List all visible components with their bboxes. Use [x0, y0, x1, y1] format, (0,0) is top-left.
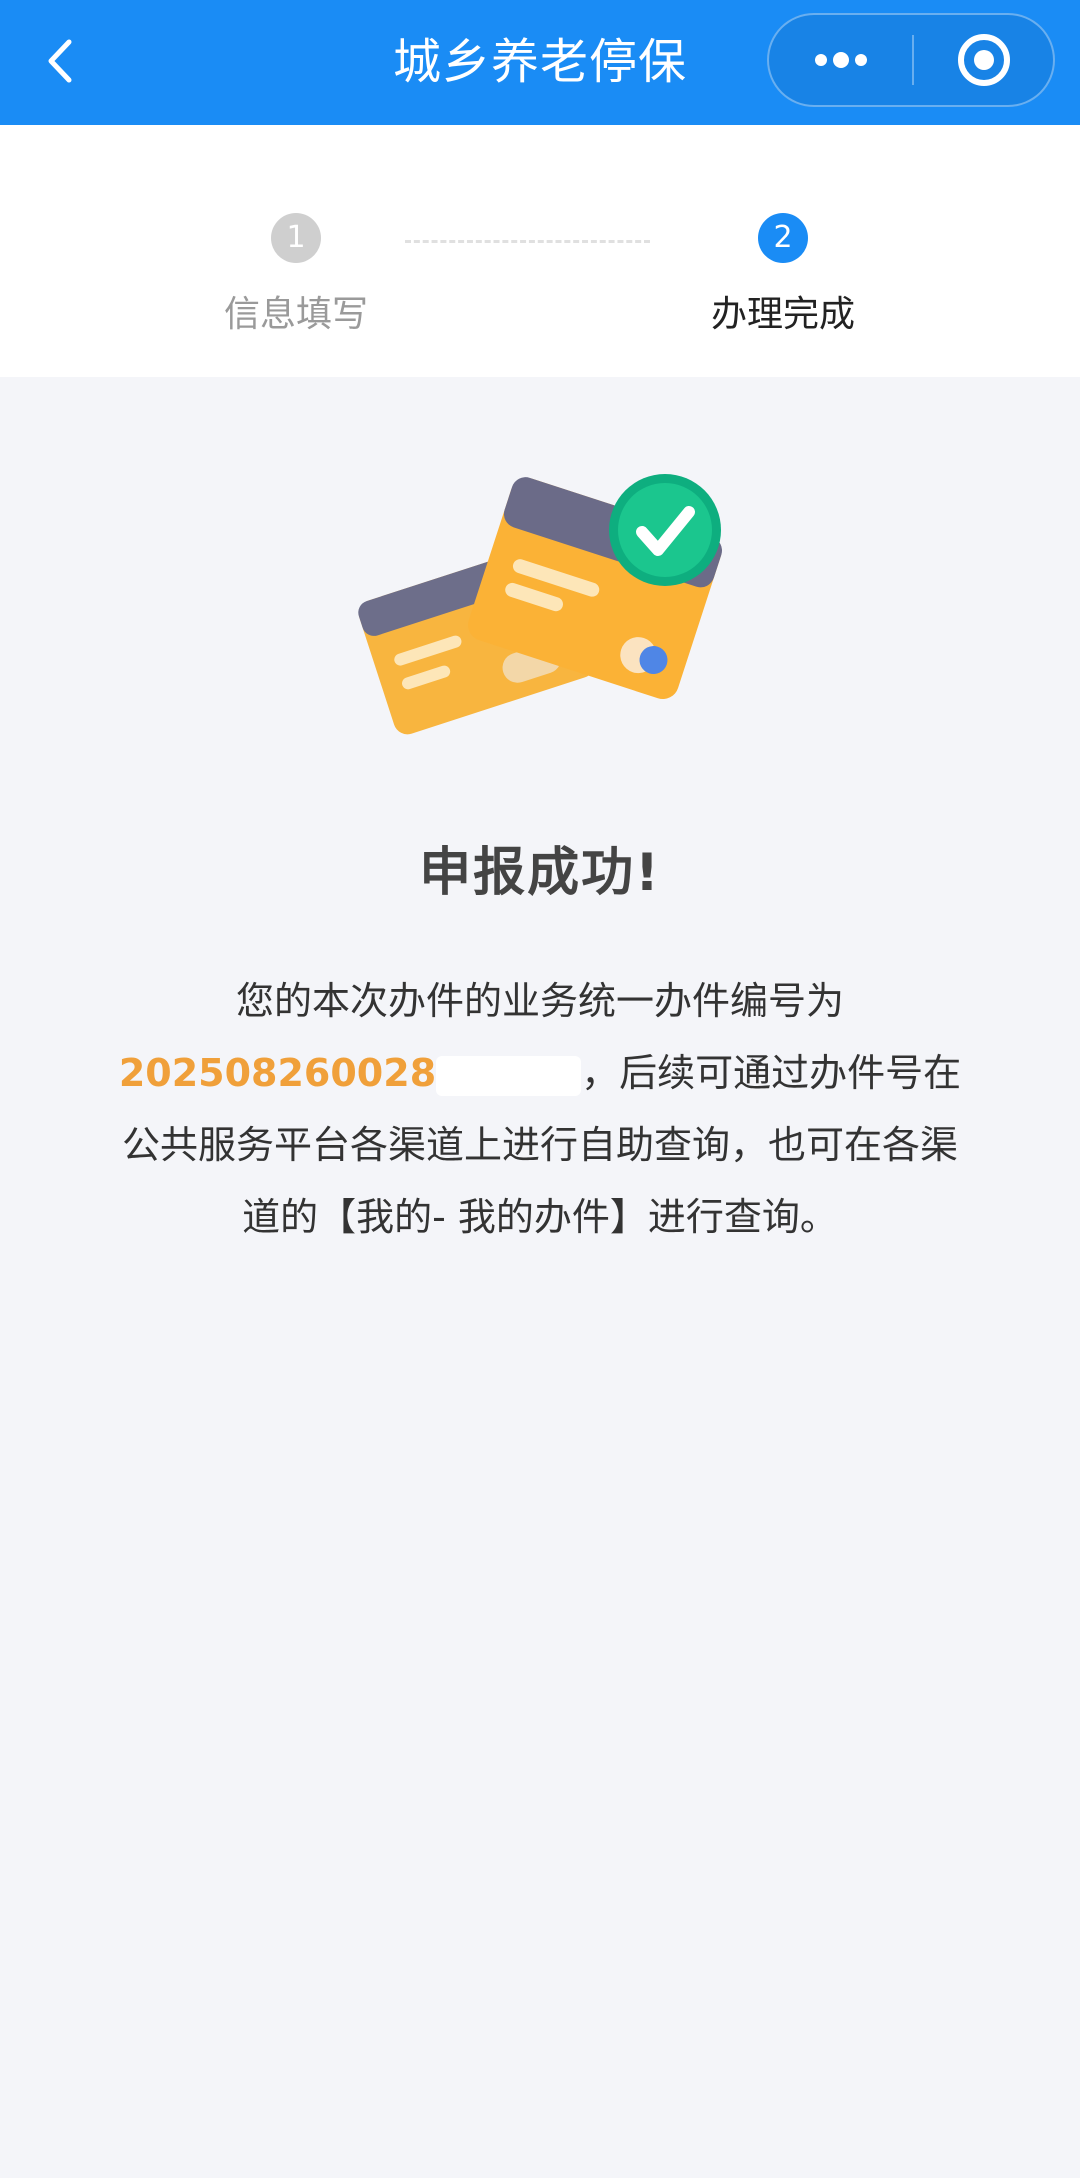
success-title: 申报成功! — [419, 843, 661, 903]
target-close-icon — [957, 34, 1010, 86]
mini-program-capsule — [767, 13, 1055, 107]
more-dots-icon — [814, 52, 867, 68]
case-number: 202508260028 — [118, 1051, 437, 1095]
nav-bar: 城乡养老停保 — [0, 0, 1080, 125]
masked-redaction — [436, 1055, 582, 1096]
step-connector — [405, 240, 650, 243]
desc-prefix: 您的本次办件的业务统一办件编号为 — [235, 979, 844, 1023]
success-cards-icon — [358, 474, 723, 735]
step-label: 办理完成 — [710, 294, 855, 335]
progress-steps: 1 信息填写 2 办理完成 — [0, 125, 1080, 377]
more-button[interactable] — [769, 15, 912, 105]
result-description: 您的本次办件的业务统一办件编号为 202508260028 ，后续可通过办件号在公… — [110, 965, 970, 1253]
step-info-fill: 1 信息填写 — [146, 213, 446, 337]
close-button[interactable] — [914, 15, 1053, 105]
step-number: 2 — [758, 213, 808, 263]
step-number: 1 — [271, 213, 321, 263]
step-complete: 2 办理完成 — [633, 213, 933, 337]
step-label: 信息填写 — [223, 294, 368, 335]
